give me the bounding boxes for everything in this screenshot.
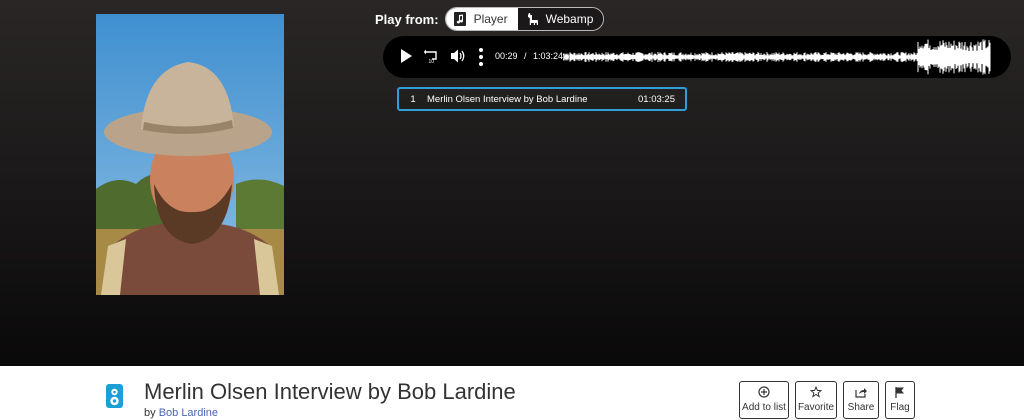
seek-handle[interactable] bbox=[563, 53, 570, 61]
play-from-toggle: Player Webamp bbox=[444, 7, 605, 31]
add-circle-icon bbox=[758, 385, 770, 399]
track-duration: 01:03:25 bbox=[638, 93, 675, 105]
share-icon bbox=[854, 385, 868, 399]
item-title: Merlin Olsen Interview by Bob Lardine bbox=[144, 379, 516, 404]
track-title: Merlin Olsen Interview by Bob Lardine bbox=[427, 93, 588, 105]
favorite-label: Favorite bbox=[797, 402, 835, 413]
play-from-player-label: Player bbox=[473, 12, 508, 26]
llama-icon bbox=[526, 12, 540, 26]
flag-icon bbox=[894, 385, 906, 399]
add-to-list-button[interactable]: Add to list bbox=[739, 381, 789, 419]
time-separator: / bbox=[524, 51, 527, 61]
volume-icon[interactable] bbox=[449, 48, 467, 64]
share-button[interactable]: Share bbox=[843, 381, 879, 419]
item-info: Merlin Olsen Interview by Bob Lardine by… bbox=[0, 366, 1024, 420]
waveform-seekbar[interactable] bbox=[563, 38, 991, 76]
play-from-label: Play from: bbox=[375, 11, 439, 27]
more-options-icon[interactable] bbox=[478, 47, 484, 67]
play-from-webamp-label: Webamp bbox=[545, 12, 594, 26]
current-time: 00:29 bbox=[495, 51, 518, 61]
play-from: Play from: Player Webamp bbox=[375, 7, 605, 31]
play-from-player-option[interactable]: Player bbox=[445, 8, 518, 30]
svg-text:10: 10 bbox=[429, 59, 435, 64]
byline-prefix: by bbox=[144, 407, 156, 419]
flag-label: Flag bbox=[890, 402, 910, 413]
playlist-item[interactable]: 1 Merlin Olsen Interview by Bob Lardine … bbox=[397, 87, 687, 111]
share-label: Share bbox=[847, 402, 875, 413]
add-to-list-label: Add to list bbox=[742, 402, 786, 413]
audio-icon bbox=[106, 384, 123, 408]
action-buttons: Add to list Favorite Share Flag bbox=[739, 381, 915, 419]
star-icon bbox=[810, 385, 822, 399]
creator-link[interactable]: Bob Lardine bbox=[159, 407, 218, 419]
audio-player: 10 00:29 / 1:03:24 bbox=[383, 36, 1011, 78]
music-file-icon bbox=[453, 12, 468, 26]
play-from-webamp-option[interactable]: Webamp bbox=[517, 8, 604, 30]
cover-image bbox=[96, 14, 284, 295]
favorite-button[interactable]: Favorite bbox=[795, 381, 837, 419]
byline: by Bob Lardine bbox=[144, 407, 218, 419]
play-icon[interactable] bbox=[399, 48, 413, 64]
media-theater: Play from: Player Webamp 10 00:29 / 1:03… bbox=[0, 0, 1024, 366]
skip-back-10-icon[interactable]: 10 bbox=[423, 48, 439, 64]
total-duration: 1:03:24 bbox=[533, 51, 564, 61]
flag-button[interactable]: Flag bbox=[885, 381, 915, 419]
track-number: 1 bbox=[410, 93, 416, 105]
